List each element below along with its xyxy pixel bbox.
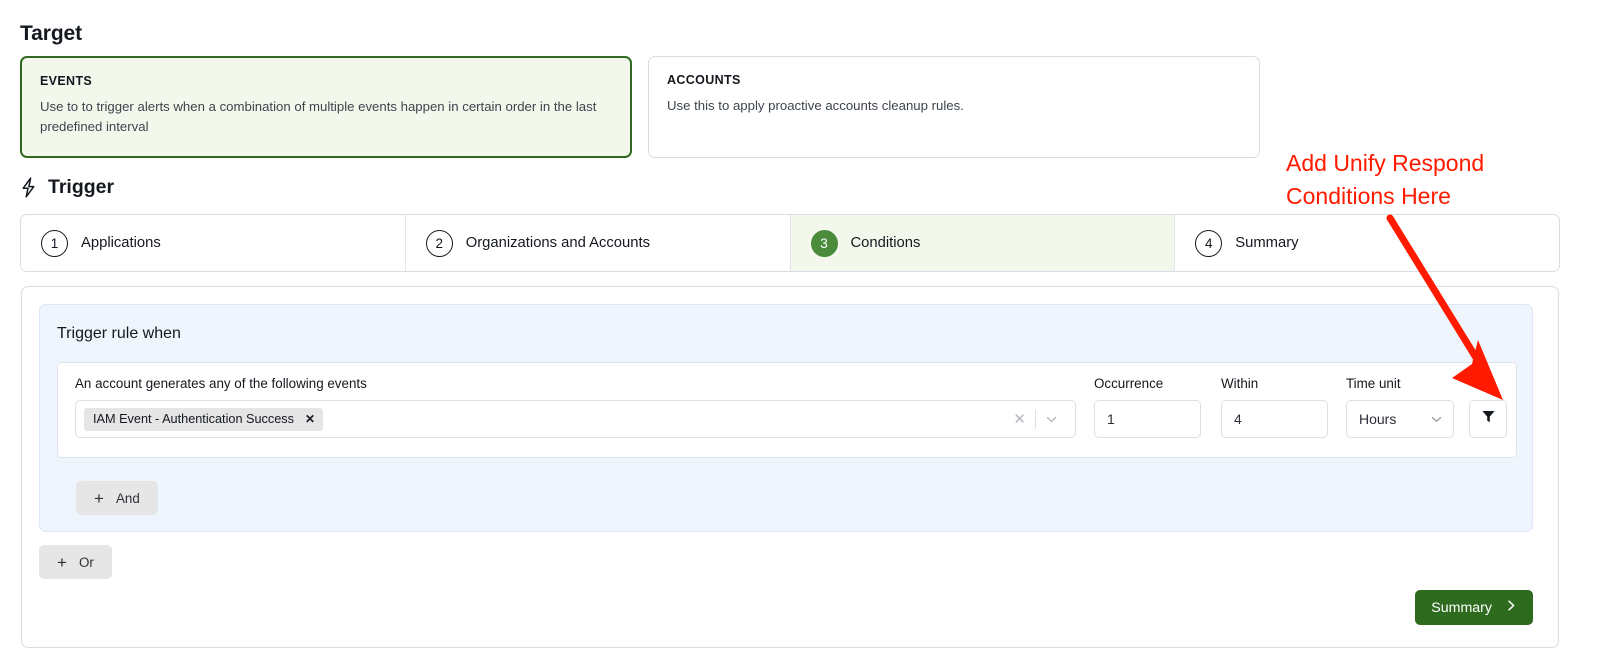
summary-button-label: Summary: [1431, 599, 1492, 616]
event-chip-remove-icon[interactable]: ✕: [305, 413, 315, 425]
add-and-button[interactable]: + And: [76, 481, 158, 515]
time-unit-label: Time unit: [1346, 376, 1401, 391]
wizard-stepper: 1 Applications 2 Organizations and Accou…: [20, 214, 1560, 272]
target-card-accounts-description: Use this to apply proactive accounts cle…: [667, 98, 964, 113]
time-unit-value: Hours: [1359, 411, 1397, 427]
event-chip[interactable]: IAM Event - Authentication Success ✕: [84, 407, 324, 431]
events-multiselect-tools: ✕: [1004, 409, 1067, 429]
trigger-section-header: Trigger: [20, 176, 114, 199]
step-summary-number: 4: [1195, 229, 1223, 257]
events-multiselect[interactable]: IAM Event - Authentication Success ✕ ✕: [75, 400, 1076, 438]
conditions-panel: Trigger rule when An account generates a…: [21, 286, 1559, 648]
step-organizations-and-accounts-label: Organizations and Accounts: [465, 235, 651, 251]
event-chip-label: IAM Event - Authentication Success: [93, 412, 294, 426]
chevron-right-icon: [1506, 599, 1517, 616]
filter-button[interactable]: [1469, 400, 1507, 438]
rule-events-label: An account generates any of the followin…: [75, 376, 367, 391]
step-conditions-label: Conditions: [850, 235, 921, 251]
chevron-down-icon[interactable]: [1036, 413, 1067, 426]
rule-group: Trigger rule when An account generates a…: [39, 304, 1533, 532]
summary-button[interactable]: Summary: [1415, 590, 1533, 625]
target-card-events-kicker: EVENTS: [40, 74, 93, 88]
step-summary[interactable]: 4 Summary: [1175, 215, 1559, 271]
plus-icon: +: [57, 552, 67, 572]
clear-selection-icon[interactable]: ✕: [1004, 412, 1035, 427]
step-organizations-and-accounts-number: 2: [425, 229, 453, 257]
target-card-list: EVENTS Use to to trigger alerts when a c…: [20, 56, 1560, 158]
trigger-title: Trigger: [48, 176, 115, 198]
add-or-button-label: Or: [78, 554, 94, 570]
step-summary-label: Summary: [1235, 235, 1299, 251]
chevron-down-icon: [1430, 413, 1443, 426]
page-title: Target: [20, 22, 83, 45]
rule-row: An account generates any of the followin…: [57, 362, 1517, 458]
step-organizations-and-accounts[interactable]: 2 Organizations and Accounts: [405, 215, 791, 271]
step-conditions[interactable]: 3 Conditions: [790, 215, 1176, 271]
step-applications-label: Applications: [81, 235, 161, 251]
within-input[interactable]: 4: [1221, 400, 1328, 438]
add-or-button[interactable]: + Or: [39, 545, 112, 579]
step-applications[interactable]: 1 Applications: [21, 215, 406, 271]
target-card-accounts-kicker: ACCOUNTS: [667, 73, 741, 87]
within-label: Within: [1221, 376, 1259, 391]
rule-group-title: Trigger rule when: [57, 325, 181, 342]
target-card-events[interactable]: EVENTS Use to to trigger alerts when a c…: [20, 56, 632, 158]
time-unit-select[interactable]: Hours: [1346, 400, 1454, 438]
app-screen: Target EVENTS Use to to trigger alerts w…: [0, 0, 1600, 669]
occurrence-input[interactable]: 1: [1094, 400, 1201, 438]
occurrence-label: Occurrence: [1094, 376, 1164, 391]
filter-funnel-icon: [1481, 409, 1496, 429]
add-and-button-label: And: [115, 490, 140, 506]
step-applications-number: 1: [41, 229, 68, 257]
target-card-events-description: Use to to trigger alerts when a combinat…: [40, 99, 597, 135]
plus-icon: +: [94, 488, 104, 508]
step-conditions-number: 3: [810, 229, 838, 257]
annotation-label: Add Unify Respond Conditions Here: [1286, 150, 1485, 210]
target-card-accounts[interactable]: ACCOUNTS Use this to apply proactive acc…: [648, 56, 1260, 158]
lightning-bolt-icon: [20, 177, 37, 198]
